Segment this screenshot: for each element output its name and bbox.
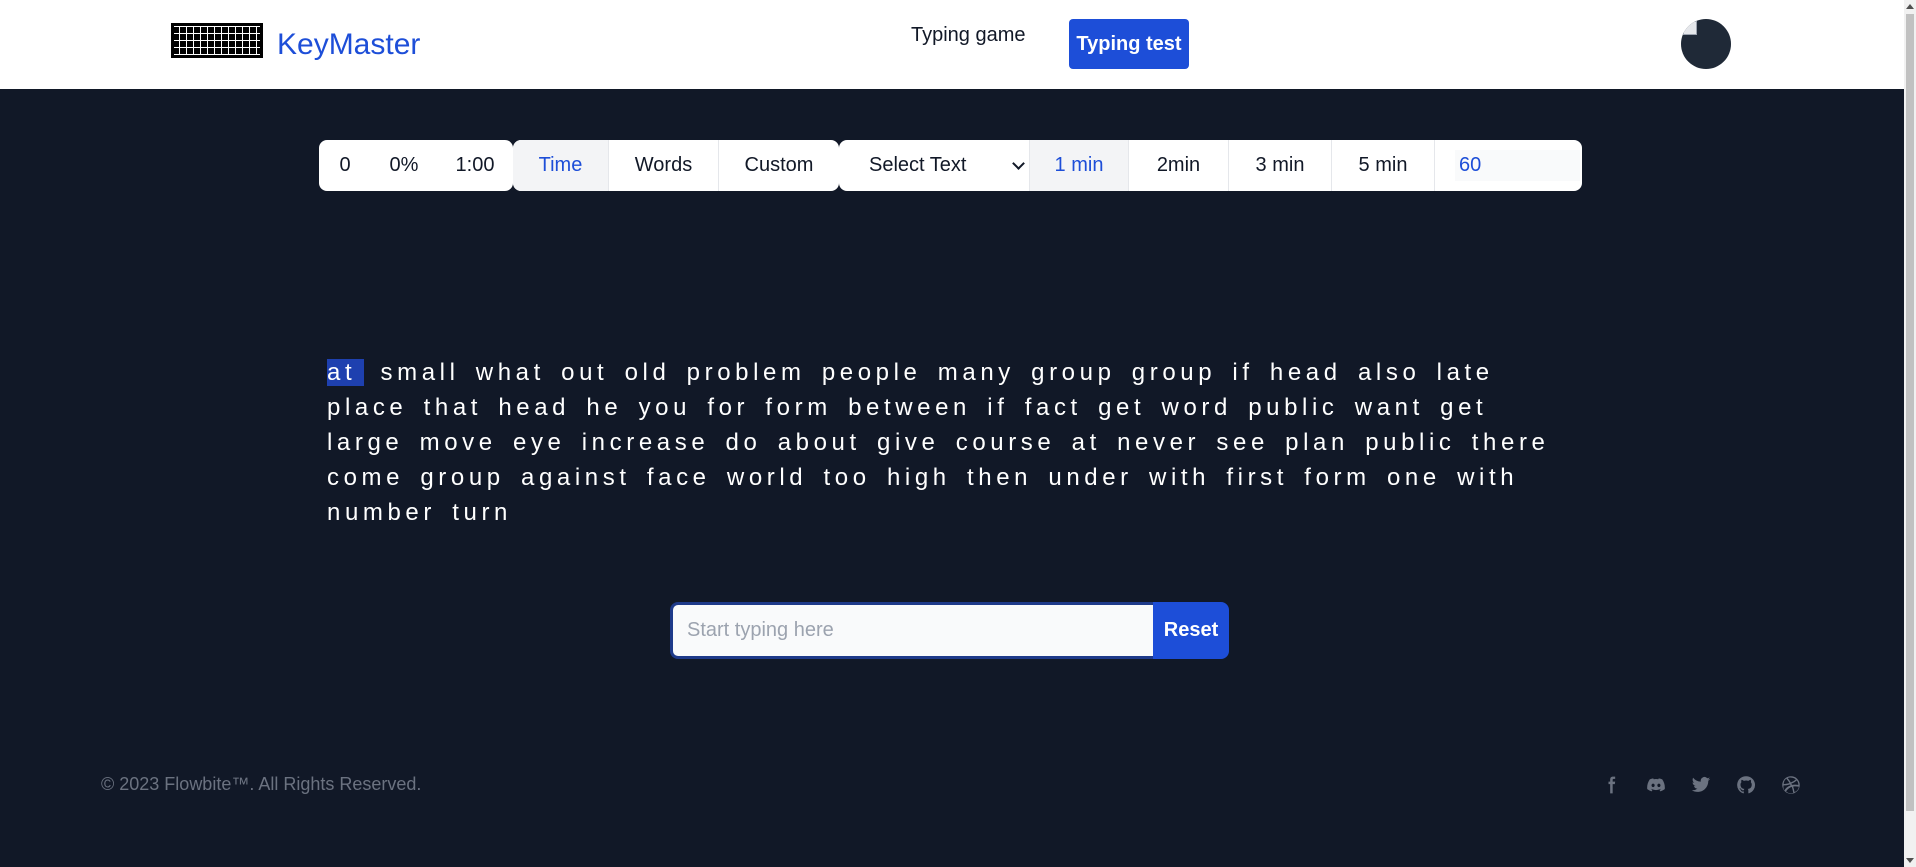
- accuracy-stat: 0%: [389, 154, 419, 176]
- current-word: at: [327, 359, 365, 386]
- mode-custom-button[interactable]: Custom: [719, 140, 839, 191]
- custom-duration-input[interactable]: [1455, 150, 1580, 181]
- twitter-icon[interactable]: [1689, 773, 1713, 797]
- mode-words-button[interactable]: Words: [609, 140, 719, 191]
- mode-group: Time Words Custom: [513, 140, 839, 191]
- timer-stat: 1:00: [455, 154, 495, 176]
- duration-2min-button[interactable]: 2min: [1129, 140, 1229, 191]
- dribbble-icon[interactable]: [1779, 773, 1803, 797]
- avatar[interactable]: [1681, 19, 1731, 69]
- wpm-stat: 0: [339, 154, 351, 176]
- copyright-text: © 2023 Flowbite™. All Rights Reserved.: [101, 774, 422, 794]
- keyboard-icon: [171, 23, 263, 58]
- discord-icon[interactable]: [1644, 773, 1668, 797]
- github-icon[interactable]: [1734, 773, 1758, 797]
- reset-button[interactable]: Reset: [1153, 602, 1229, 659]
- scroll-down-arrow-icon[interactable]: [1906, 858, 1914, 863]
- broken-image-icon: [1683, 21, 1697, 35]
- stats-group: 0 0% 1:00: [319, 140, 513, 191]
- remaining-words: small what out old problem people many g…: [327, 359, 1550, 526]
- typing-input[interactable]: [670, 602, 1153, 659]
- duration-1min-button[interactable]: 1 min: [1030, 140, 1129, 191]
- select-text-dropdown[interactable]: Select Text: [839, 140, 1030, 191]
- scrollbar[interactable]: [1904, 0, 1916, 867]
- nav-typing-test-button[interactable]: Typing test: [1069, 19, 1189, 69]
- nav-typing-game[interactable]: Typing game: [911, 22, 1026, 48]
- select-text-label: Select Text: [869, 154, 967, 176]
- scrollbar-thumb[interactable]: [1906, 14, 1914, 811]
- duration-5min-button[interactable]: 5 min: [1332, 140, 1435, 191]
- brand-name[interactable]: KeyMaster: [277, 26, 420, 64]
- word-display: at small what out old problem people man…: [327, 355, 1577, 530]
- mode-time-button[interactable]: Time: [513, 140, 609, 191]
- custom-duration-cell: [1435, 140, 1582, 191]
- chevron-down-icon: [1012, 157, 1025, 170]
- facebook-icon[interactable]: [1599, 773, 1623, 797]
- duration-3min-button[interactable]: 3 min: [1229, 140, 1332, 191]
- scroll-up-arrow-icon[interactable]: [1906, 4, 1914, 9]
- navbar: KeyMaster Typing game Typing test: [0, 0, 1904, 89]
- options-group: Select Text 1 min 2min 3 min 5 min: [839, 140, 1582, 191]
